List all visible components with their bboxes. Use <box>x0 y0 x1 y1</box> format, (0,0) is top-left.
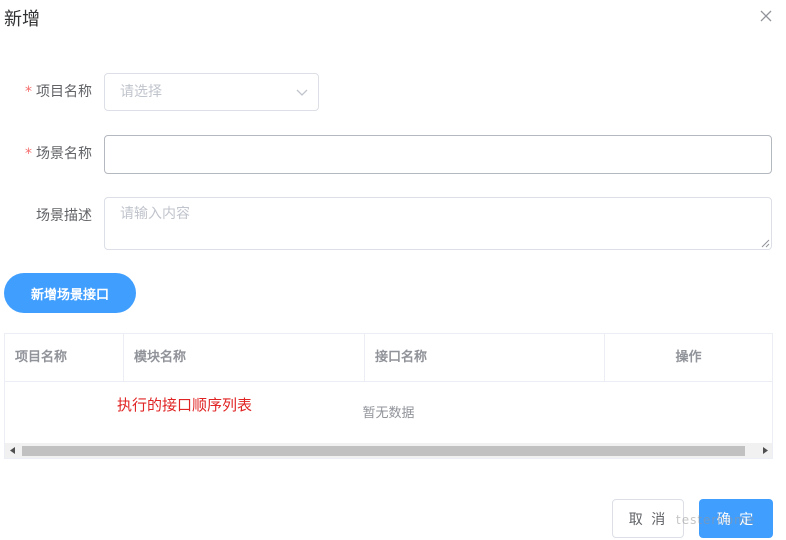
required-mark: * <box>25 84 32 100</box>
table-header: 项目名称 模块名称 接口名称 操作 <box>5 334 772 382</box>
scrollbar-thumb[interactable] <box>22 446 745 456</box>
interface-table: 项目名称 模块名称 接口名称 操作 执行的接口顺序列表 暂无数据 <box>4 333 773 459</box>
scene-desc-label: 场景描述 <box>2 206 92 226</box>
project-label: * 项目名称 <box>2 82 92 102</box>
project-select[interactable]: 请选择 <box>104 73 319 111</box>
scene-name-input[interactable] <box>104 135 772 174</box>
scene-name-label: * 场景名称 <box>2 144 92 164</box>
dialog-title: 新增 <box>4 9 40 30</box>
add-scene-dialog: 新增 * 项目名称 请选择 * 场景名称 场景描述 请输入内容 新增场景接口 项目 <box>0 0 786 540</box>
empty-text: 暂无数据 <box>362 406 415 421</box>
chevron-down-icon <box>296 89 308 96</box>
column-header-project: 项目名称 <box>5 334 124 381</box>
project-label-text: 项目名称 <box>36 84 92 100</box>
horizontal-scrollbar[interactable] <box>5 443 772 458</box>
column-header-actions: 操作 <box>675 350 702 365</box>
scene-desc-label-text: 场景描述 <box>36 208 92 224</box>
scroll-right-icon[interactable] <box>757 443 772 458</box>
cancel-button[interactable]: 取 消 <box>612 499 684 538</box>
scroll-left-icon[interactable] <box>5 443 20 458</box>
close-icon <box>760 10 772 22</box>
resize-handle-icon[interactable] <box>761 239 770 248</box>
scene-name-label-text: 场景名称 <box>36 146 92 162</box>
close-button[interactable] <box>756 6 776 26</box>
watermark: testerhome <box>676 513 756 527</box>
required-mark: * <box>25 146 32 162</box>
add-scene-interface-button[interactable]: 新增场景接口 <box>4 273 136 313</box>
scene-desc-textarea[interactable]: 请输入内容 <box>104 197 772 250</box>
scene-desc-placeholder: 请输入内容 <box>120 206 190 222</box>
column-header-module: 模块名称 <box>124 334 365 381</box>
project-select-placeholder: 请选择 <box>120 84 162 100</box>
column-header-interface: 接口名称 <box>365 334 605 381</box>
